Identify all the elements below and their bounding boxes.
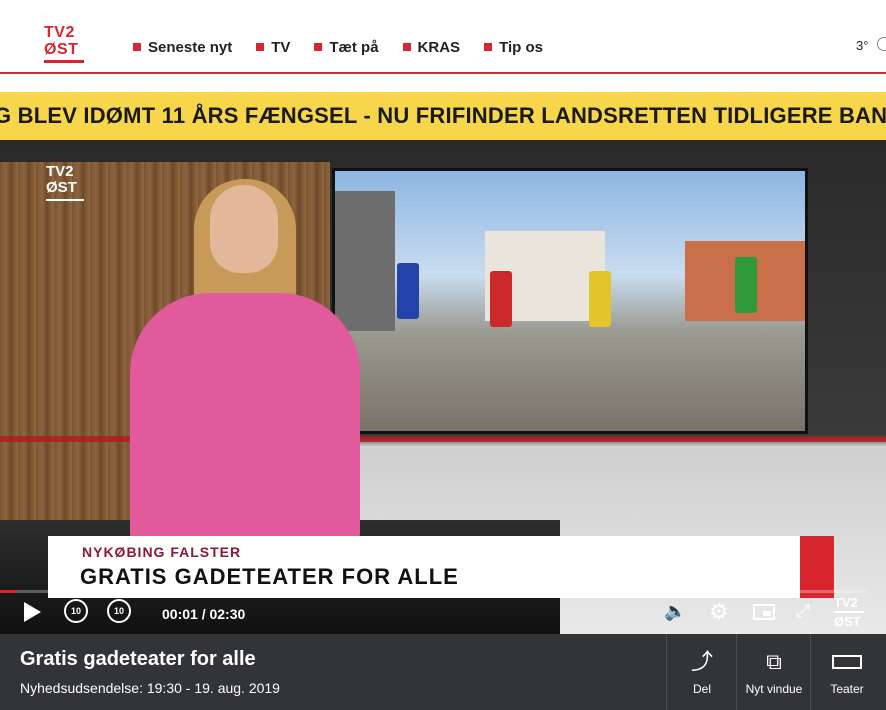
nav-bullet <box>484 43 493 51</box>
nav-label: Seneste nyt <box>148 38 233 56</box>
nav-label: KRAS <box>417 38 461 56</box>
stilt-figure <box>589 271 611 327</box>
nav-bullet <box>256 43 265 51</box>
nav-label: Tip os <box>499 38 543 56</box>
video-player[interactable]: TV2 ØST NYKØBING FALSTER GRATIS GADETEAT… <box>0 140 886 634</box>
skip-back-label: 10 <box>70 606 81 616</box>
picture-in-picture-icon[interactable] <box>753 604 775 620</box>
channel-logo-line1: TV2 <box>46 163 74 180</box>
theater-button[interactable]: Teater <box>810 634 883 710</box>
logo-line2: ØST <box>44 41 79 58</box>
nav-item-kras[interactable]: KRAS <box>402 38 461 56</box>
nav-bullet <box>133 43 141 51</box>
presenter-blouse <box>130 293 360 543</box>
skip-forward-label: 10 <box>113 606 124 616</box>
share-icon: ⤴ <box>690 649 713 674</box>
caption-red-accent <box>800 536 834 598</box>
watermark-logo: TV2 ØST <box>834 596 864 628</box>
caption-title: GRATIS GADETEATER FOR ALLE <box>80 564 459 589</box>
nav-item-taet-paa[interactable]: Tæt på <box>314 38 379 56</box>
volume-icon[interactable]: 🔈 <box>664 601 686 622</box>
nav-item-tip-os[interactable]: Tip os <box>484 39 543 56</box>
nav-bullet <box>314 43 323 51</box>
lower-third-caption: NYKØBING FALSTER GRATIS GADETEATER FOR A… <box>48 536 834 598</box>
playback-time: 00:01 / 02:30 <box>162 606 246 622</box>
gear-icon[interactable]: ⚙ <box>709 599 729 625</box>
broadcast-info: Nyhedsudsendelse: 19:30 - 19. aug. 2019 <box>20 680 280 696</box>
nav-bullet <box>402 43 411 51</box>
ticker-text: G BLEV IDØMT 11 ÅRS FÆNGSEL - NU FRIFIND… <box>0 103 886 128</box>
presenter <box>120 179 420 545</box>
video-info-bar: Gratis gadeteater for alle Nyhedsudsende… <box>0 634 886 710</box>
logo-line1: TV2 <box>44 24 75 41</box>
nav-label: Tæt på <box>329 38 379 56</box>
progress-fill <box>0 590 18 593</box>
theater-icon <box>832 655 862 669</box>
stilt-figure <box>490 271 512 327</box>
skip-back-icon[interactable]: 10 <box>64 599 88 623</box>
main-nav: Seneste nyt TV Tæt på KRAS Tip os <box>133 36 567 58</box>
site-header: TV2 ØST Seneste nyt TV Tæt på KRAS Tip o… <box>0 0 886 74</box>
breaking-news-ticker[interactable]: G BLEV IDØMT 11 ÅRS FÆNGSEL - NU FRIFIND… <box>0 92 886 140</box>
video-title: Gratis gadeteater for alle <box>20 648 256 670</box>
new-window-label: Nyt vindue <box>745 682 803 696</box>
channel-logo: TV2 ØST <box>46 164 84 201</box>
nav-item-seneste-nyt[interactable]: Seneste nyt <box>133 39 232 56</box>
presenter-face <box>210 185 278 273</box>
caption-location: NYKØBING FALSTER <box>82 544 242 560</box>
watermark-line2: ØST <box>834 614 861 629</box>
skip-forward-icon[interactable]: 10 <box>107 599 131 623</box>
tv2-ost-logo[interactable]: TV2 ØST <box>44 24 86 66</box>
weather-temperature[interactable]: 3° <box>856 38 868 53</box>
share-button[interactable]: ⤴ Del <box>666 634 737 710</box>
player-controls: 10 10 00:01 / 02:30 🔈 ⚙ ⤢ TV2 ØST <box>0 594 886 634</box>
share-label: Del <box>692 682 711 696</box>
watermark-line1: TV2 <box>834 595 858 610</box>
channel-logo-line2: ØST <box>46 179 77 196</box>
watermark-underline <box>834 611 864 613</box>
channel-logo-underline <box>46 199 84 201</box>
play-icon[interactable] <box>24 602 41 622</box>
new-window-button[interactable]: ⧉ Nyt vindue <box>736 634 811 710</box>
theater-label: Teater <box>830 682 864 696</box>
new-window-icon: ⧉ <box>766 649 782 674</box>
weather-icon[interactable] <box>877 37 886 51</box>
nav-label: TV <box>271 38 291 56</box>
logo-underline <box>44 60 84 63</box>
stilt-figure <box>735 257 757 313</box>
expand-icon[interactable]: ⤢ <box>796 601 810 622</box>
nav-item-tv[interactable]: TV <box>256 39 290 56</box>
progress-bar[interactable] <box>0 590 866 593</box>
